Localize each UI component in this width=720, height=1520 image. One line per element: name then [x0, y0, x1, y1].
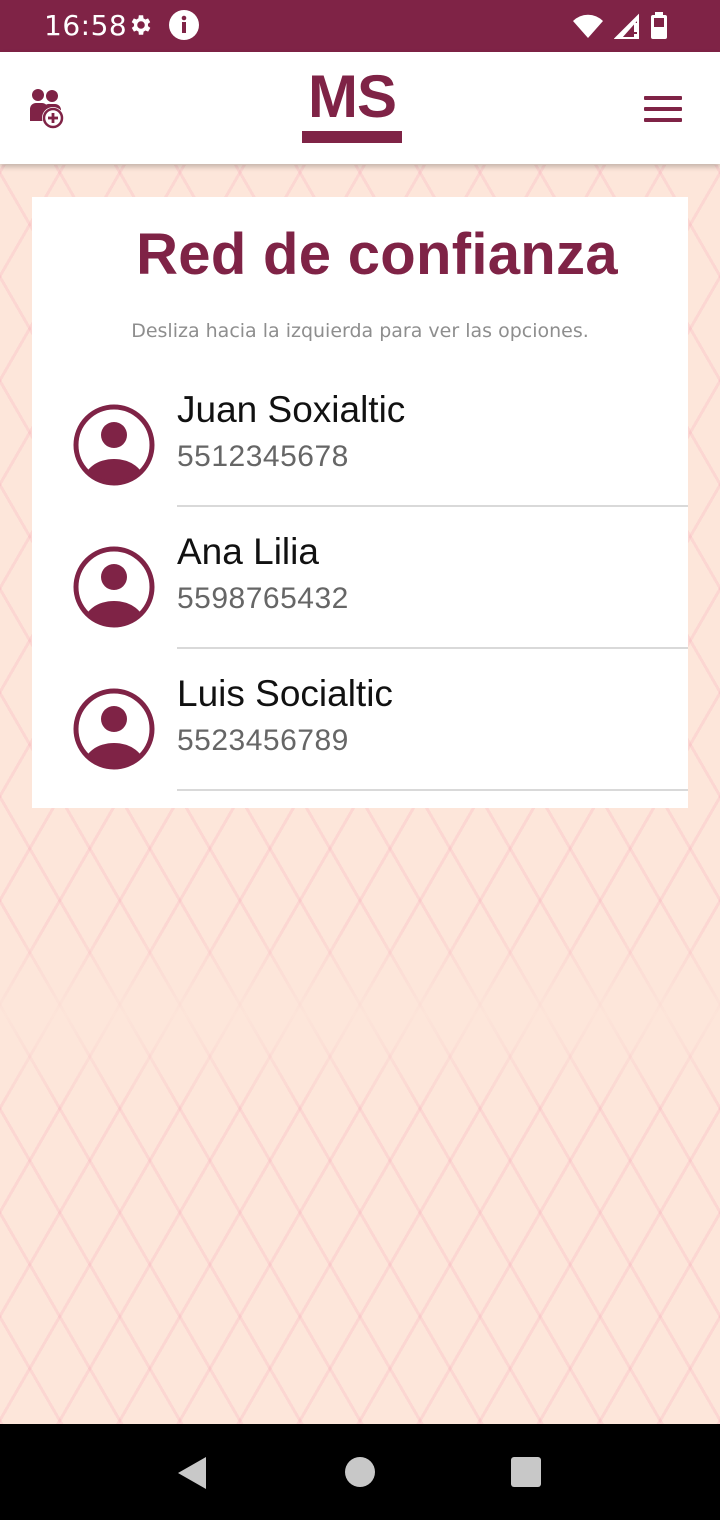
- contact-phone: 5598765432: [177, 582, 349, 615]
- home-icon[interactable]: [344, 1456, 376, 1492]
- status-bar: 16:58: [0, 0, 720, 52]
- contact-phone: 5512345678: [177, 440, 349, 473]
- logo-text: MS: [308, 63, 397, 130]
- menu-line: [644, 118, 682, 122]
- status-time: 16:58: [44, 9, 128, 42]
- gear-icon: [128, 12, 154, 42]
- contact-item[interactable]: Juan Soxialtic 5512345678: [32, 365, 688, 507]
- contact-name: Luis Socialtic: [177, 673, 393, 714]
- info-icon: [168, 9, 200, 45]
- divider: [177, 789, 688, 791]
- pattern-fade: [0, 925, 720, 1105]
- swipe-hint: Desliza hacia la izquierda para ver las …: [131, 320, 589, 342]
- app-logo: MS: [302, 63, 402, 146]
- trust-network-card: Red de confianza Desliza hacia la izquie…: [32, 197, 688, 808]
- menu-line: [644, 107, 682, 111]
- user-avatar-icon: [72, 687, 156, 771]
- recents-icon[interactable]: [510, 1456, 542, 1492]
- contact-item[interactable]: Luis Socialtic 5523456789: [32, 649, 688, 791]
- battery-icon: [650, 12, 668, 44]
- hamburger-menu-icon[interactable]: [644, 96, 682, 126]
- wifi-icon: [572, 13, 604, 43]
- user-avatar-icon: [72, 545, 156, 629]
- contact-phone: 5523456789: [177, 724, 349, 757]
- app-bar: MS: [0, 52, 720, 164]
- user-avatar-icon: [72, 403, 156, 487]
- add-contact-icon[interactable]: [28, 87, 68, 131]
- menu-line: [644, 96, 682, 100]
- logo-underline: [302, 131, 402, 143]
- contact-name: Ana Lilia: [177, 531, 319, 572]
- system-nav-bar: [0, 1424, 720, 1520]
- page-title: Red de confianza: [136, 222, 618, 287]
- status-right-icons: [572, 12, 668, 44]
- back-icon[interactable]: [176, 1456, 208, 1494]
- contact-name: Juan Soxialtic: [177, 389, 406, 430]
- contact-item[interactable]: Ana Lilia 5598765432: [32, 507, 688, 649]
- signal-icon: [613, 13, 640, 43]
